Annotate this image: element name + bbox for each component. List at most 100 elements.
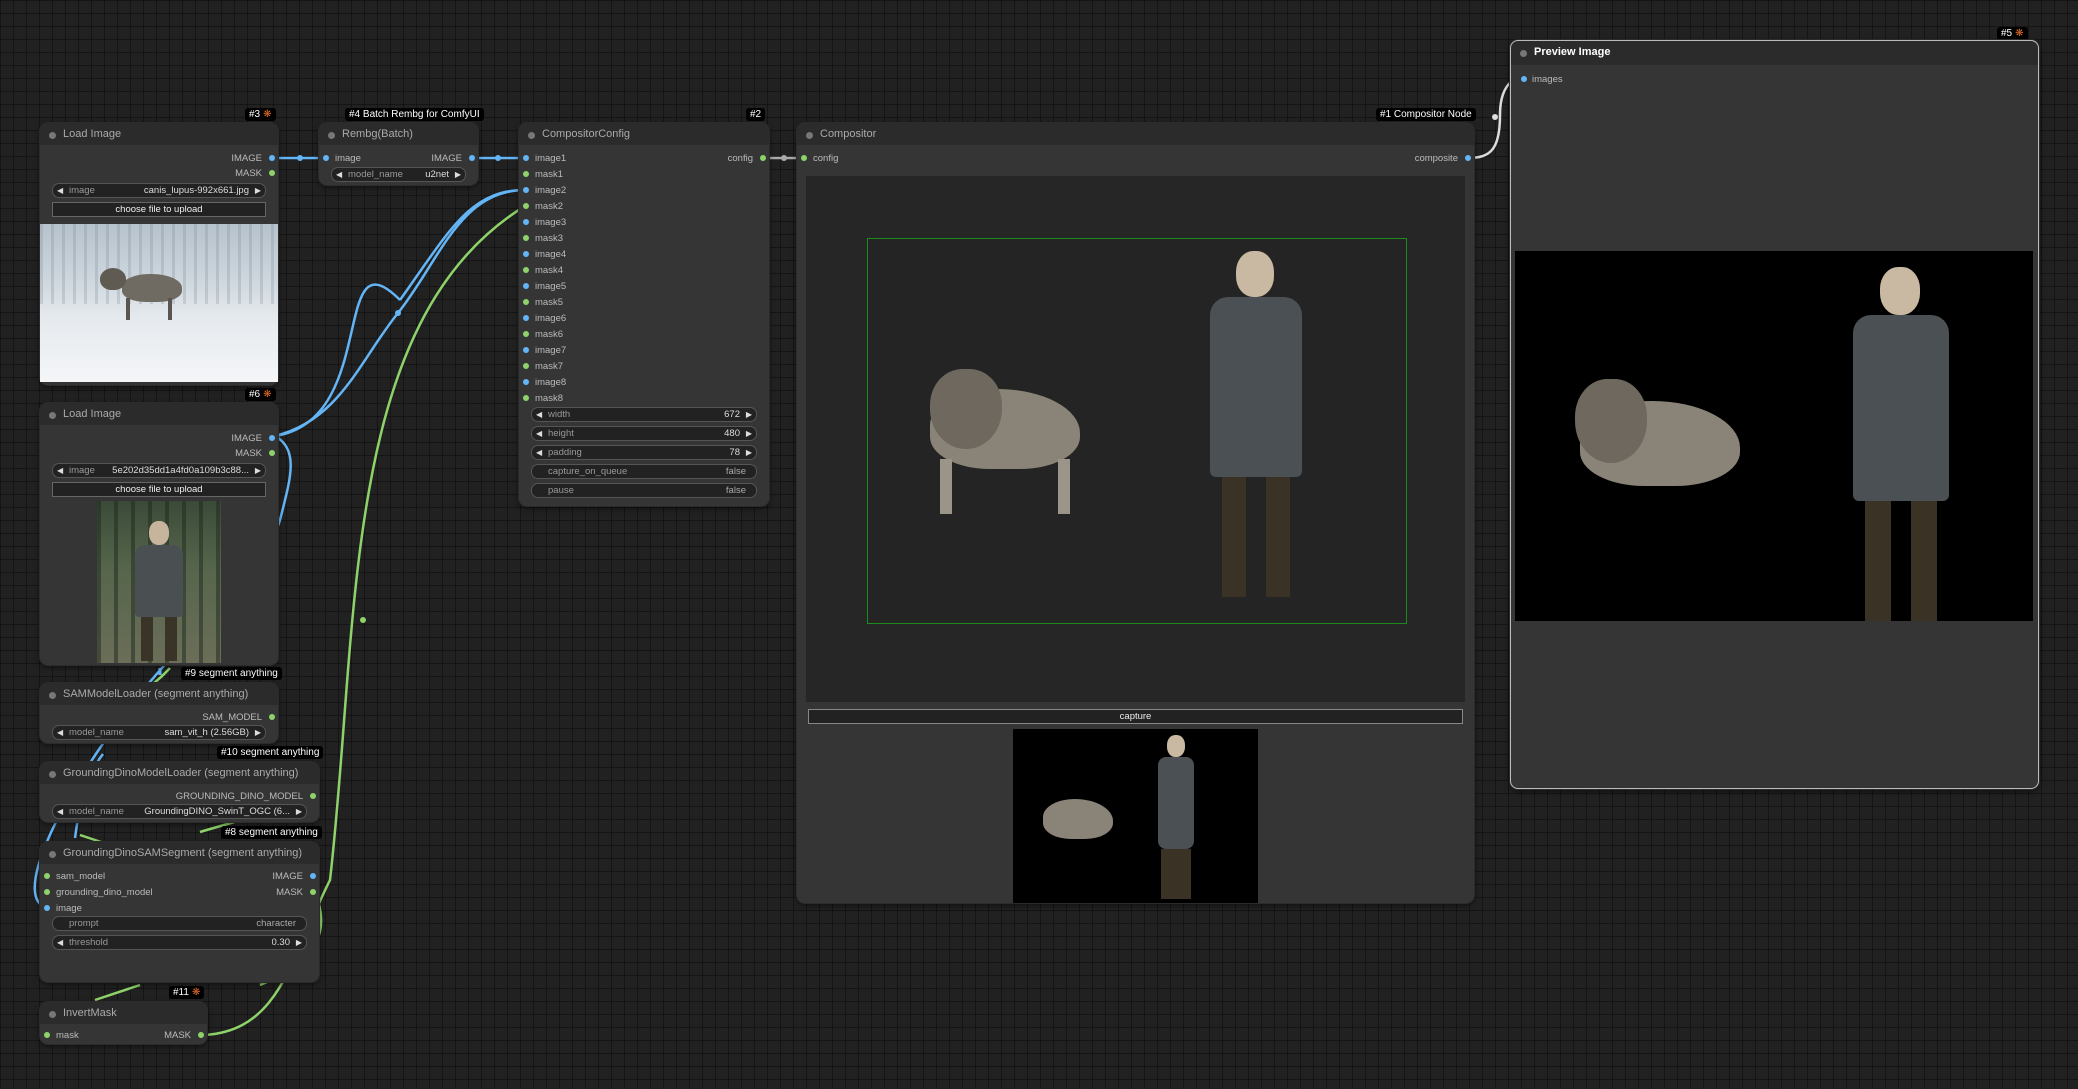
arrow-left-icon[interactable]: ◀	[57, 936, 63, 949]
load-image-node-2[interactable]: Load Image IMAGE MASK ◀ image 5e202d35dd1a…	[40, 403, 278, 665]
composition-frame[interactable]	[867, 238, 1407, 624]
input-pin-image4[interactable]	[523, 251, 529, 257]
load-image-node-1[interactable]: Load Image IMAGE MASK ◀ image canis_lupus-…	[40, 123, 278, 385]
input-pin-config[interactable]	[801, 155, 807, 161]
invert-mask-node[interactable]: InvertMask mask MASK	[40, 1002, 207, 1044]
output-pin-mask[interactable]	[269, 450, 275, 456]
input-pin-image8[interactable]	[523, 379, 529, 385]
node-title-bar[interactable]: InvertMask	[40, 1002, 207, 1024]
threshold-number-widget[interactable]: ◀ threshold 0.30 ▶	[52, 935, 307, 950]
output-pin-composite[interactable]	[1465, 155, 1471, 161]
sam-model-name-combo[interactable]: ◀ model_name sam_vit_h (2.56GB) ▶	[52, 725, 266, 740]
node-title-bar[interactable]: Rembg(Batch)	[319, 123, 478, 145]
arrow-left-icon[interactable]: ◀	[57, 184, 63, 197]
output-pin-mask[interactable]	[198, 1032, 204, 1038]
arrow-right-icon[interactable]: ▶	[255, 464, 261, 477]
input-pin-image5[interactable]	[523, 283, 529, 289]
output-pin-image[interactable]	[469, 155, 475, 161]
grounding-dino-loader-node[interactable]: GroundingDinoModelLoader (segment anythi…	[40, 762, 319, 822]
compositor-node[interactable]: Compositor config composite capture	[797, 123, 1474, 903]
collapse-dot[interactable]	[49, 771, 56, 778]
padding-number-widget[interactable]: ◀ padding 78 ▶	[531, 445, 757, 460]
compositor-canvas[interactable]	[806, 176, 1465, 702]
arrow-right-icon[interactable]: ▶	[255, 184, 261, 197]
input-pin-mask1[interactable]	[523, 171, 529, 177]
compositor-config-node[interactable]: CompositorConfig config image1 mask1 image…	[519, 123, 769, 506]
collapse-dot[interactable]	[49, 692, 56, 699]
collapse-dot[interactable]	[49, 132, 56, 139]
capture-button[interactable]: capture	[808, 709, 1463, 724]
model-name-combo[interactable]: ◀ model_name u2net ▶	[331, 167, 466, 182]
arrow-right-icon[interactable]: ▶	[746, 446, 752, 459]
image-combo[interactable]: ◀ image canis_lupus-992x661.jpg ▶	[52, 183, 266, 198]
output-pin-mask[interactable]	[310, 889, 316, 895]
output-pin-sam-model[interactable]	[269, 714, 275, 720]
input-pin-grounding-dino-model[interactable]	[44, 889, 50, 895]
capture-on-queue-toggle[interactable]: capture_on_queue false	[531, 464, 757, 479]
input-pin-mask4[interactable]	[523, 267, 529, 273]
output-pin-image[interactable]	[269, 155, 275, 161]
arrow-right-icon[interactable]: ▶	[746, 427, 752, 440]
input-pin-sam-model[interactable]	[44, 873, 50, 879]
output-pin-grounding-dino-model[interactable]	[310, 793, 316, 799]
arrow-right-icon[interactable]: ▶	[296, 805, 302, 818]
input-pin-image2[interactable]	[523, 187, 529, 193]
collapse-dot[interactable]	[49, 412, 56, 419]
output-pin-image[interactable]	[310, 873, 316, 879]
input-pin-mask[interactable]	[44, 1032, 50, 1038]
width-number-widget[interactable]: ◀ width 672 ▶	[531, 407, 757, 422]
arrow-left-icon[interactable]: ◀	[57, 726, 63, 739]
rembg-batch-node[interactable]: Rembg(Batch) image IMAGE ◀ model_name u2ne…	[319, 123, 478, 185]
arrow-right-icon[interactable]: ▶	[455, 168, 461, 181]
collapse-dot[interactable]	[806, 132, 813, 139]
input-pin-mask5[interactable]	[523, 299, 529, 305]
collapse-dot[interactable]	[328, 132, 335, 139]
output-pin-config[interactable]	[760, 155, 766, 161]
arrow-right-icon[interactable]: ▶	[255, 726, 261, 739]
collapse-dot[interactable]	[49, 1011, 56, 1018]
arrow-left-icon[interactable]: ◀	[536, 446, 542, 459]
input-pin-image7[interactable]	[523, 347, 529, 353]
input-pin-mask8[interactable]	[523, 395, 529, 401]
input-pin-image6[interactable]	[523, 315, 529, 321]
image-combo[interactable]: ◀ image 5e202d35dd1a4fd0a109b3c88... ▶	[52, 463, 266, 478]
input-pin-image1[interactable]	[523, 155, 529, 161]
sam-model-loader-node[interactable]: SAMModelLoader (segment anything) SAM_MO…	[40, 683, 278, 743]
collapse-dot[interactable]	[49, 851, 56, 858]
arrow-left-icon[interactable]: ◀	[336, 168, 342, 181]
dino-model-name-combo[interactable]: ◀ model_name GroundingDINO_SwinT_OGC (6...…	[52, 804, 307, 819]
collapse-dot[interactable]	[528, 132, 535, 139]
node-title-bar[interactable]: SAMModelLoader (segment anything)	[40, 683, 278, 705]
grounding-dino-sam-segment-node[interactable]: GroundingDinoSAMSegment (segment anythin…	[40, 842, 319, 982]
arrow-left-icon[interactable]: ◀	[536, 427, 542, 440]
arrow-left-icon[interactable]: ◀	[536, 408, 542, 421]
pause-toggle[interactable]: pause false	[531, 483, 757, 498]
arrow-left-icon[interactable]: ◀	[57, 464, 63, 477]
arrow-right-icon[interactable]: ▶	[296, 936, 302, 949]
node-title-bar[interactable]: GroundingDinoSAMSegment (segment anythin…	[40, 842, 319, 864]
node-title-bar[interactable]: Load Image	[40, 123, 278, 145]
output-pin-image[interactable]	[269, 435, 275, 441]
upload-button[interactable]: choose file to upload	[52, 482, 266, 497]
input-pin-mask2[interactable]	[523, 203, 529, 209]
node-title-bar[interactable]: GroundingDinoModelLoader (segment anythi…	[40, 762, 319, 784]
node-title-bar[interactable]: CompositorConfig	[519, 123, 769, 145]
input-pin-mask3[interactable]	[523, 235, 529, 241]
output-pin-mask[interactable]	[269, 170, 275, 176]
input-pin-image[interactable]	[44, 905, 50, 911]
arrow-right-icon[interactable]: ▶	[746, 408, 752, 421]
input-pin-mask7[interactable]	[523, 363, 529, 369]
prompt-text-widget[interactable]: prompt character	[52, 916, 307, 931]
input-pin-mask6[interactable]	[523, 331, 529, 337]
input-pin-image[interactable]	[323, 155, 329, 161]
collapse-dot[interactable]	[1520, 50, 1527, 57]
upload-button[interactable]: choose file to upload	[52, 202, 266, 217]
node-title-bar[interactable]: Load Image	[40, 403, 278, 425]
height-number-widget[interactable]: ◀ height 480 ▶	[531, 426, 757, 441]
input-pin-image3[interactable]	[523, 219, 529, 225]
arrow-left-icon[interactable]: ◀	[57, 805, 63, 818]
node-title-bar[interactable]: Preview Image	[1511, 41, 2038, 65]
warrior-cutout[interactable]	[1210, 297, 1302, 477]
preview-image-node[interactable]: Preview Image images	[1510, 40, 2039, 789]
input-pin-images[interactable]	[1521, 76, 1527, 82]
